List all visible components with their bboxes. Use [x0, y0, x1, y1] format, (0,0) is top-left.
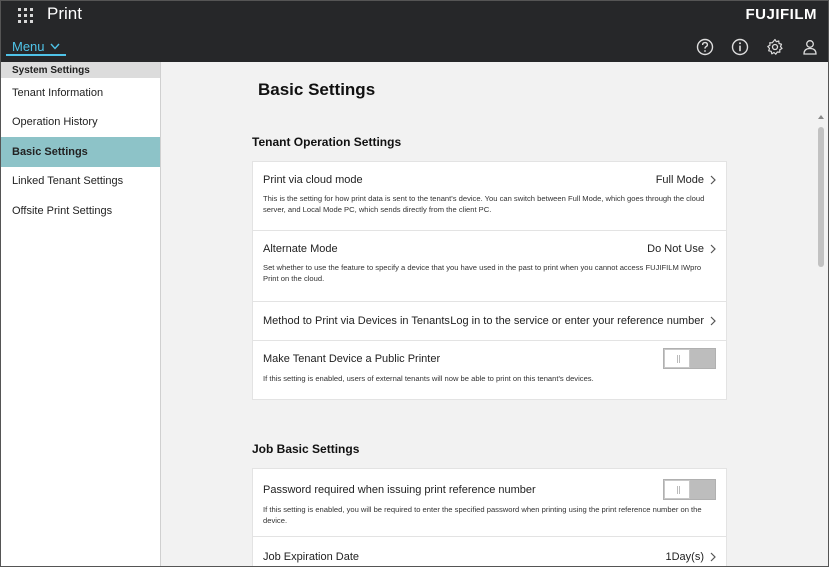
top-bar: Print FUJIFILM Menu — [1, 1, 828, 62]
section-title-tenant-operation: Tenant Operation Settings — [252, 135, 402, 149]
setting-row-print-via-cloud-mode[interactable]: Print via cloud mode Full Mode This is t… — [253, 162, 726, 231]
setting-value-text: Do Not Use — [647, 243, 704, 255]
sidebar: System Settings Tenant Information Opera… — [1, 62, 161, 566]
chevron-right-icon — [710, 244, 716, 254]
scrollbar-thumb[interactable] — [818, 127, 824, 267]
setting-description: If this setting is enabled, users of ext… — [263, 374, 594, 383]
brand-logo: FUJIFILM — [745, 6, 817, 23]
setting-label: Method to Print via Devices in Tenants — [263, 315, 450, 327]
main-content: Basic Settings Tenant Operation Settings… — [162, 62, 828, 566]
public-printer-toggle[interactable] — [663, 348, 716, 369]
setting-value[interactable]: 1Day(s) — [665, 551, 716, 563]
setting-value[interactable]: Log in to the service or enter your refe… — [450, 315, 716, 327]
vertical-scrollbar[interactable] — [817, 113, 825, 566]
menu-label: Menu — [12, 38, 45, 54]
setting-row-job-expiration[interactable]: Job Expiration Date 1Day(s) — [253, 537, 726, 566]
app-window: Print FUJIFILM Menu System Settings Tena… — [0, 0, 829, 567]
scroll-up-arrow-icon[interactable] — [817, 113, 825, 121]
header-icons — [695, 38, 820, 56]
setting-value-text: 1Day(s) — [665, 551, 704, 563]
chevron-right-icon — [710, 175, 716, 185]
user-icon[interactable] — [800, 38, 820, 56]
info-icon[interactable] — [730, 38, 750, 56]
sidebar-item-operation-history[interactable]: Operation History — [1, 108, 160, 138]
setting-value[interactable]: Full Mode — [656, 174, 716, 186]
setting-row-public-printer: Make Tenant Device a Public Printer If t… — [253, 341, 726, 399]
sidebar-item-offsite-print-settings[interactable]: Offsite Print Settings — [1, 196, 160, 226]
job-basic-card: Password required when issuing print ref… — [252, 468, 727, 566]
page-title: Basic Settings — [258, 80, 376, 99]
setting-description: This is the setting for how print data i… — [263, 194, 705, 214]
chevron-right-icon — [710, 316, 716, 326]
app-title: Print — [47, 4, 82, 23]
sidebar-item-basic-settings[interactable]: Basic Settings — [1, 137, 160, 167]
setting-value-text: Full Mode — [655, 174, 704, 186]
gear-icon[interactable] — [765, 38, 785, 56]
setting-label: Job Expiration Date — [263, 551, 359, 563]
section-title-job-basic: Job Basic Settings — [252, 442, 360, 456]
setting-label: Password required when issuing print ref… — [263, 483, 536, 496]
help-icon[interactable] — [695, 38, 715, 56]
setting-label: Print via cloud mode — [263, 174, 363, 186]
setting-row-alternate-mode[interactable]: Alternate Mode Do Not Use Set whether to… — [253, 231, 726, 302]
sidebar-item-tenant-information[interactable]: Tenant Information — [1, 78, 160, 108]
password-required-toggle[interactable] — [663, 479, 716, 500]
setting-row-password-required: Password required when issuing print ref… — [253, 469, 726, 537]
setting-value[interactable]: Do Not Use — [647, 243, 716, 255]
tenant-operation-card: Print via cloud mode Full Mode This is t… — [252, 161, 727, 400]
chevron-down-icon — [50, 43, 60, 50]
setting-description: Set whether to use the feature to specif… — [263, 263, 702, 283]
setting-row-print-method[interactable]: Method to Print via Devices in Tenants L… — [253, 302, 726, 341]
setting-label: Alternate Mode — [263, 243, 338, 255]
sidebar-group-title: System Settings — [1, 62, 160, 78]
sidebar-item-linked-tenant-settings[interactable]: Linked Tenant Settings — [1, 167, 160, 197]
setting-description: If this setting is enabled, you will be … — [263, 505, 702, 525]
app-grid-icon[interactable] — [17, 7, 33, 23]
setting-label: Make Tenant Device a Public Printer — [263, 352, 441, 365]
setting-value-text: Log in to the service or enter your refe… — [450, 315, 704, 327]
menu-button[interactable]: Menu — [6, 38, 66, 56]
chevron-right-icon — [710, 552, 716, 562]
